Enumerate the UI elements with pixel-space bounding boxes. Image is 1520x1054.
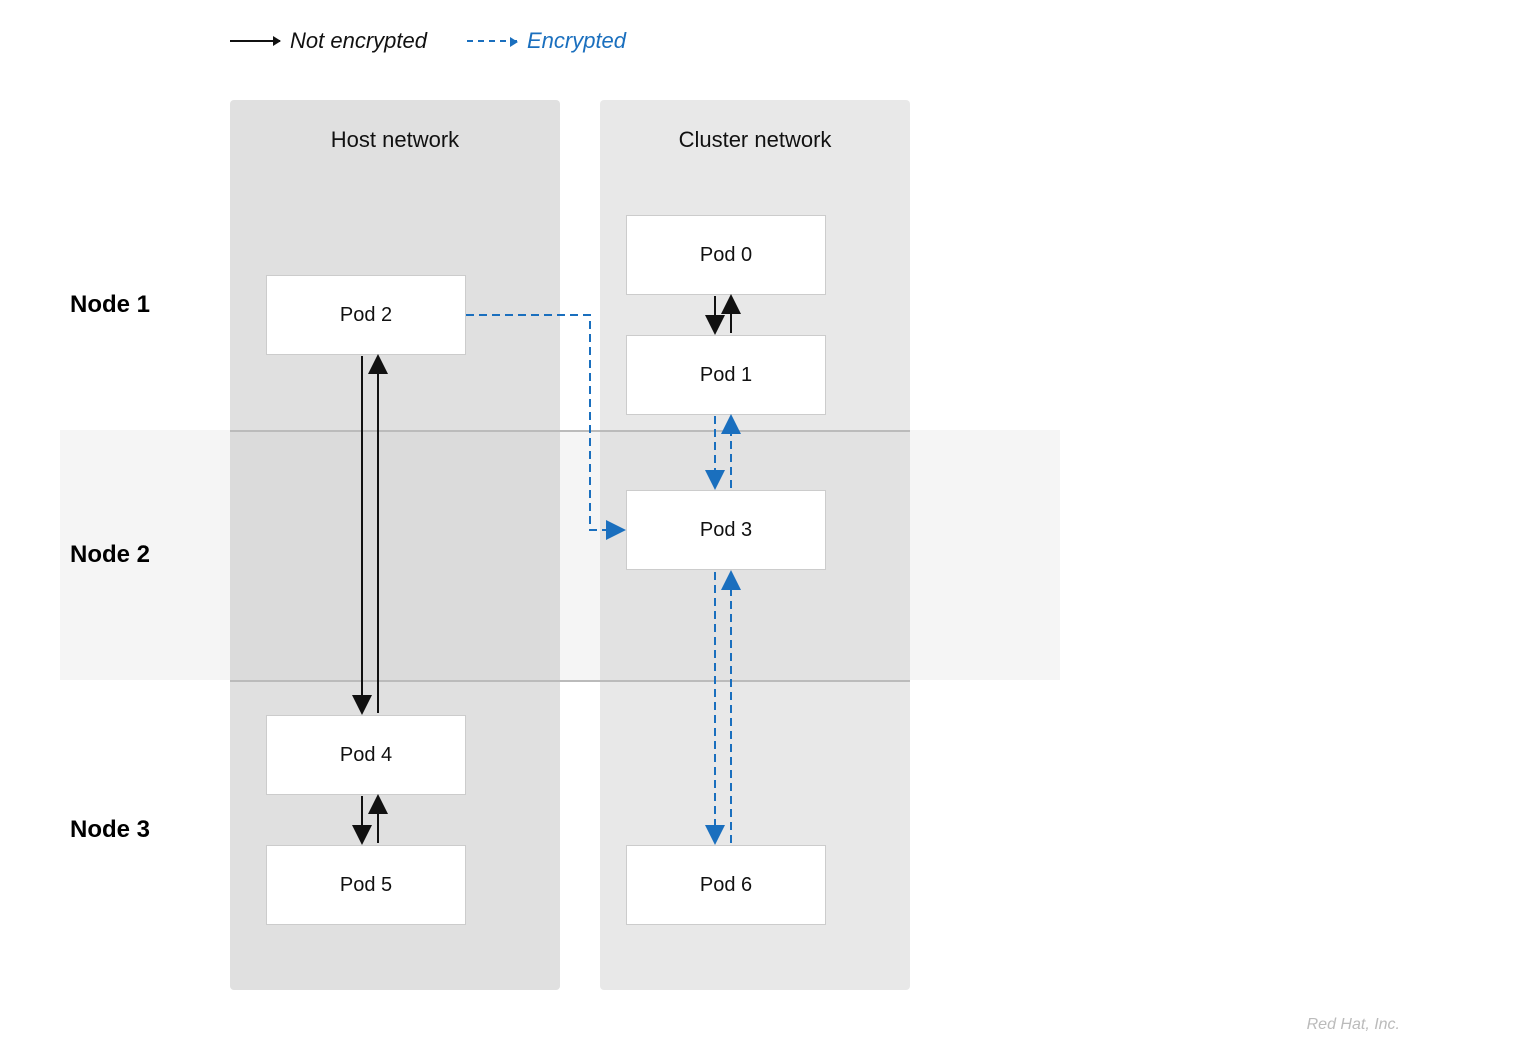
pod1-box: Pod 1 <box>626 335 826 415</box>
host-network-header: Host network <box>230 100 560 180</box>
divider1 <box>230 430 910 432</box>
node1-band: Node 1 <box>60 180 1060 430</box>
pod2-label: Pod 2 <box>340 304 392 327</box>
encrypted-arrow <box>467 40 517 42</box>
diagram-main: Host network Cluster network Node 1 Node… <box>60 100 1060 990</box>
node3-label: Node 3 <box>70 816 150 844</box>
pod6-box: Pod 6 <box>626 845 826 925</box>
pod0-label: Pod 0 <box>700 244 752 267</box>
legend-encrypted: Encrypted <box>467 28 626 54</box>
legend-not-encrypted: Not encrypted <box>230 28 427 54</box>
pod4-label: Pod 4 <box>340 744 392 767</box>
node3-band: Node 3 <box>60 680 1060 980</box>
pod5-label: Pod 5 <box>340 874 392 897</box>
pod3-label: Pod 3 <box>700 519 752 542</box>
node2-band: Node 2 <box>60 430 1060 680</box>
not-encrypted-arrow <box>230 40 280 42</box>
node1-label: Node 1 <box>70 291 150 319</box>
divider2 <box>230 680 910 682</box>
pod2-box: Pod 2 <box>266 275 466 355</box>
cluster-network-header: Cluster network <box>600 100 910 180</box>
pod6-label: Pod 6 <box>700 874 752 897</box>
encrypted-label: Encrypted <box>527 28 626 54</box>
diagram-container: Not encrypted Encrypted Host network Clu… <box>0 0 1520 1054</box>
host-network-label: Host network <box>331 127 459 153</box>
pod5-box: Pod 5 <box>266 845 466 925</box>
legend: Not encrypted Encrypted <box>230 28 626 54</box>
watermark: Red Hat, Inc. <box>1307 1016 1400 1034</box>
not-encrypted-label: Not encrypted <box>290 28 427 54</box>
pod4-box: Pod 4 <box>266 715 466 795</box>
pod0-box: Pod 0 <box>626 215 826 295</box>
node2-label: Node 2 <box>70 541 150 569</box>
pod1-label: Pod 1 <box>700 364 752 387</box>
pod3-box: Pod 3 <box>626 490 826 570</box>
cluster-network-label: Cluster network <box>679 127 832 153</box>
